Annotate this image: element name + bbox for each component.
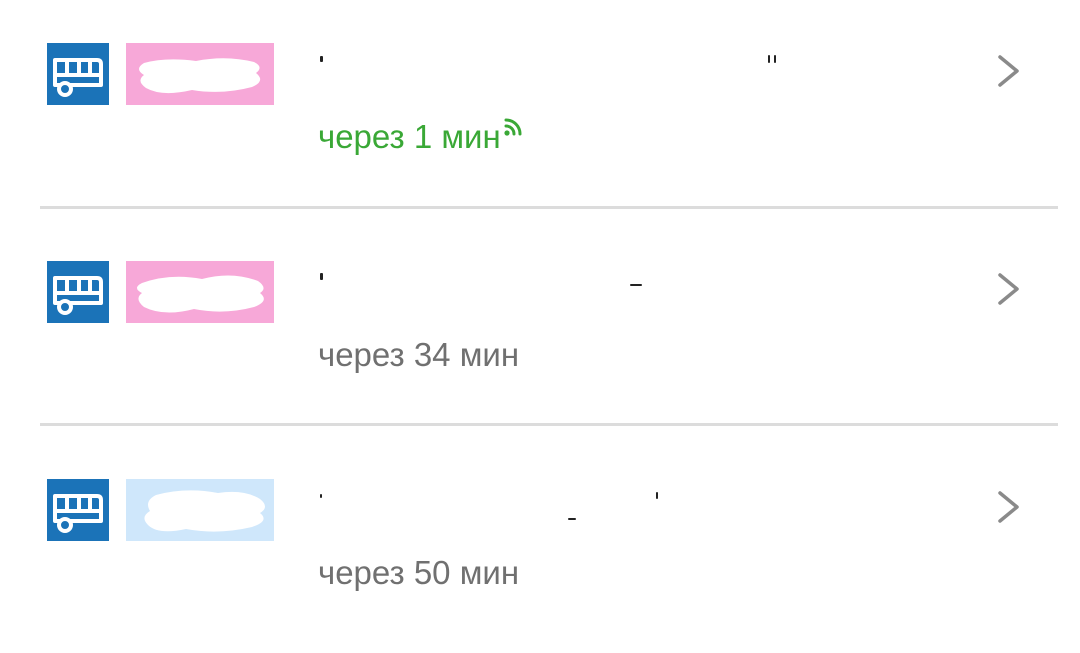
arrival-time: через 1 мин [318,115,523,159]
bus-icon [47,261,109,323]
stop-name-redacted [318,488,798,538]
stop-name-redacted [318,52,798,102]
route-list-item[interactable]: через 34 мин [0,218,1080,435]
bus-icon [47,43,109,105]
route-number-badge [126,479,274,541]
divider [40,206,1058,209]
route-list-item[interactable]: через 50 мин [0,436,1080,653]
realtime-signal-icon [504,118,522,136]
stop-name-redacted [318,270,798,320]
arrival-time-text: через 1 мин [318,118,501,155]
chevron-right-icon[interactable] [995,54,1023,88]
route-number-badge [126,43,274,105]
divider [40,423,1058,426]
arrival-time-text: через 50 мин [318,554,520,591]
chevron-right-icon[interactable] [995,490,1023,524]
chevron-right-icon[interactable] [995,272,1023,306]
bus-icon [47,479,109,541]
arrival-time-text: через 34 мин [318,336,520,373]
route-list-item[interactable]: через 1 мин [0,0,1080,217]
arrival-time: через 34 мин [318,333,519,377]
arrival-time: через 50 мин [318,551,519,595]
route-number-badge [126,261,274,323]
